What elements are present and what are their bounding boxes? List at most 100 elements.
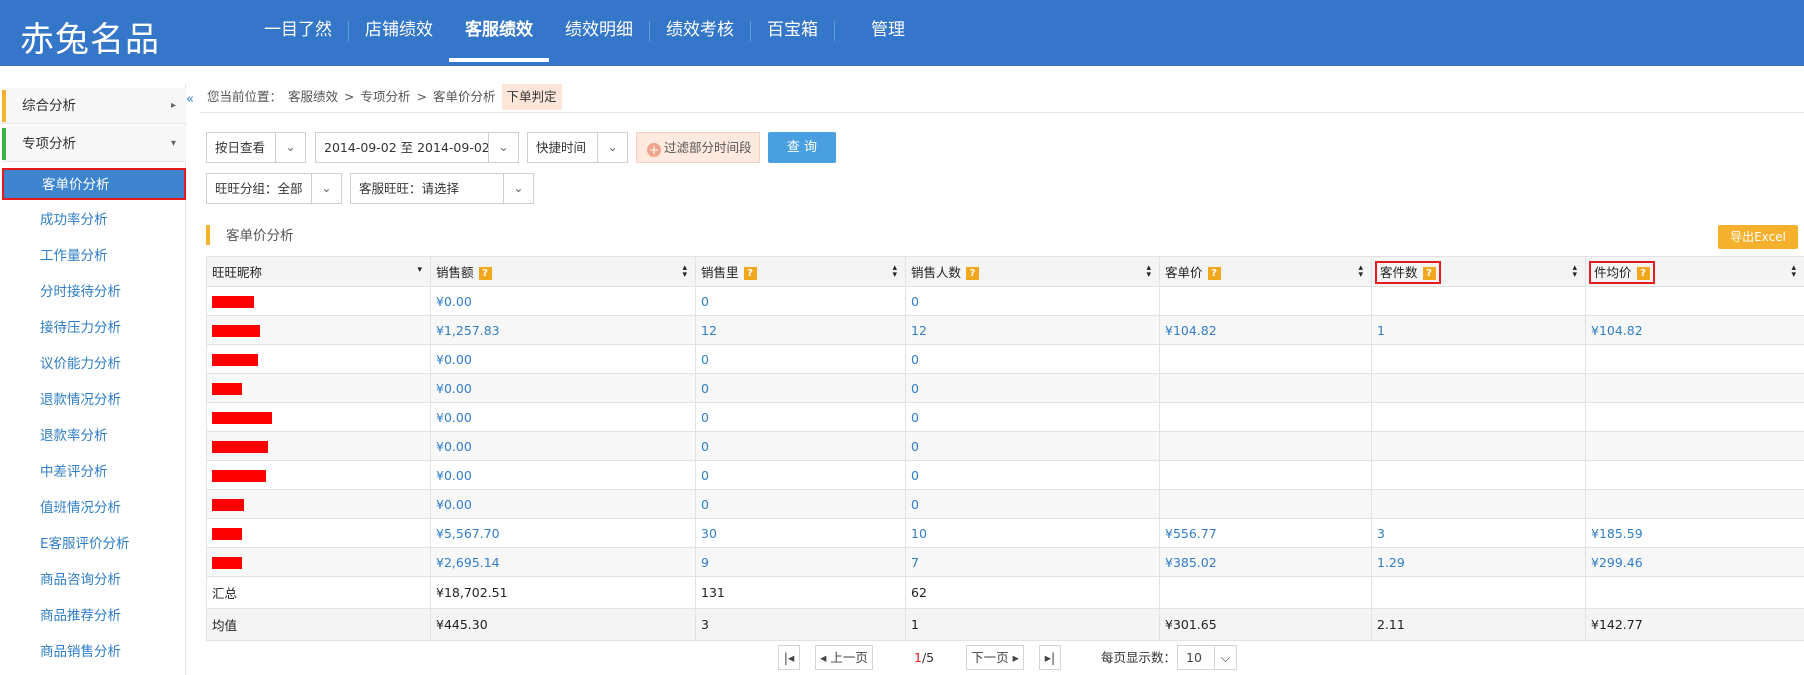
unit-price-cell[interactable]: ¥104.82 [1159,315,1372,345]
sales-cell[interactable]: ¥2,695.14 [430,547,696,577]
nav-performance-detail[interactable]: 绩效明细 [549,0,649,66]
buyers-cell[interactable]: 0 [905,286,1160,316]
quantity-cell[interactable]: 0 [695,344,906,374]
nav-overview[interactable]: 一目了然 [248,0,348,66]
buyers-cell[interactable]: 7 [905,547,1160,577]
unit-price-cell[interactable]: ¥385.02 [1159,547,1372,577]
agent-group-select[interactable]: 旺旺分组：全部 ⌄ [206,173,342,204]
sidebar-item-product-recommend[interactable]: 商品推荐分析 [40,604,180,628]
sidebar-item-workload[interactable]: 工作量分析 [40,244,180,268]
page-size-select[interactable]: 10 ⌵ [1177,645,1237,670]
sales-cell[interactable]: ¥0.00 [430,460,696,490]
agent-select[interactable]: 客服旺旺：请选择 ⌄ [350,173,534,204]
nickname-cell[interactable] [206,460,431,490]
buyers-cell[interactable]: 12 [905,315,1160,345]
sales-cell[interactable]: ¥5,567.70 [430,518,696,548]
help-icon[interactable]: ? [743,267,757,280]
buyers-cell[interactable]: 0 [905,373,1160,403]
sidebar-item-duty[interactable]: 值班情况分析 [40,496,180,520]
items-per-customer-cell[interactable]: 1 [1371,315,1586,345]
column-header-sales[interactable]: 销售额? ▴ ▾ [430,256,696,287]
nickname-cell[interactable] [206,489,431,519]
nav-service-performance[interactable]: 客服绩效 [449,0,549,66]
help-icon[interactable]: ? [478,267,492,280]
avg-item-price-cell[interactable]: ¥299.46 [1585,547,1804,577]
nav-manage[interactable]: 管理 [855,0,921,66]
quantity-cell[interactable]: 0 [695,489,906,519]
nav-store-performance[interactable]: 店铺绩效 [349,0,449,66]
sidebar-item-bargaining[interactable]: 议价能力分析 [40,352,180,376]
sales-cell[interactable]: ¥0.00 [430,373,696,403]
nickname-cell[interactable] [206,344,431,374]
nav-performance-review[interactable]: 绩效考核 [650,0,750,66]
date-range-picker[interactable]: 2014-09-02 至 2014-09-02 ⌄ [315,132,519,163]
nickname-cell[interactable] [206,431,431,461]
sales-cell[interactable]: ¥0.00 [430,431,696,461]
sidebar-item-product-inquiry[interactable]: 商品咨询分析 [40,568,180,592]
sidebar-item-negative-reviews[interactable]: 中差评分析 [40,460,180,484]
buyers-cell[interactable]: 10 [905,518,1160,548]
quantity-cell[interactable]: 0 [695,286,906,316]
quantity-cell[interactable]: 0 [695,460,906,490]
breadcrumb-item[interactable]: 客单价分析 [433,84,496,110]
quantity-cell[interactable]: 30 [695,518,906,548]
sidebar-item-unit-price[interactable]: 客单价分析 [2,168,186,200]
sidebar-item-hourly-reception[interactable]: 分时接待分析 [40,280,180,304]
column-header-quantity[interactable]: 销售里? ▴ ▾ [695,256,906,287]
query-button[interactable]: 查 询 [768,132,836,163]
nav-toolbox[interactable]: 百宝箱 [751,0,834,66]
app-logo[interactable]: 赤兔名品 [20,12,160,61]
sales-cell[interactable]: ¥1,257.83 [430,315,696,345]
buyers-cell[interactable]: 0 [905,431,1160,461]
help-icon[interactable]: ? [1207,267,1221,280]
nickname-cell[interactable] [206,518,431,548]
next-page-button[interactable]: 下一页 ▸ [966,645,1024,670]
nickname-cell[interactable] [206,402,431,432]
breadcrumb-item[interactable]: 客服绩效 [288,84,338,110]
buyers-cell[interactable]: 0 [905,460,1160,490]
sidebar-item-refund-status[interactable]: 退款情况分析 [40,388,180,412]
sales-cell[interactable]: ¥0.00 [430,344,696,374]
column-header-items-per-customer[interactable]: 客件数? ▴ ▾ [1371,256,1586,287]
buyers-cell[interactable]: 0 [905,402,1160,432]
help-icon[interactable]: ? [1636,267,1650,280]
quantity-cell[interactable]: 0 [695,373,906,403]
column-header-avg-item-price[interactable]: 件均价? ▴ ▾ [1585,256,1804,287]
column-header-buyers[interactable]: 销售人数? ▴ ▾ [905,256,1160,287]
nickname-cell[interactable] [206,315,431,345]
nickname-cell[interactable] [206,547,431,577]
avg-item-price-cell[interactable]: ¥185.59 [1585,518,1804,548]
sales-cell[interactable]: ¥0.00 [430,402,696,432]
buyers-cell[interactable]: 0 [905,344,1160,374]
first-page-button[interactable]: |◂ [778,645,800,670]
sidebar-group-special[interactable]: 专项分析 ▾ [2,126,186,162]
quantity-cell[interactable]: 9 [695,547,906,577]
sidebar-item-product-sales[interactable]: 商品销售分析 [40,640,180,664]
column-header-nickname[interactable]: 旺旺昵称 ▾ [206,256,431,287]
sidebar-item-refund-rate[interactable]: 退款率分析 [40,424,180,448]
filter-time-periods-button[interactable]: + 过滤部分时间段 [636,132,760,163]
prev-page-button[interactable]: ◂ 上一页 [815,645,873,670]
sales-cell[interactable]: ¥0.00 [430,489,696,519]
sales-cell[interactable]: ¥0.00 [430,286,696,316]
last-page-button[interactable]: ▸| [1039,645,1061,670]
nickname-cell[interactable] [206,286,431,316]
unit-price-cell[interactable]: ¥556.77 [1159,518,1372,548]
quantity-cell[interactable]: 0 [695,402,906,432]
help-icon[interactable]: ? [966,267,980,280]
nickname-cell[interactable] [206,373,431,403]
quantity-cell[interactable]: 0 [695,431,906,461]
breadcrumb-item[interactable]: 专项分析 [361,84,411,110]
quick-time-select[interactable]: 快捷时间 ⌄ [527,132,628,163]
sidebar-item-reception-pressure[interactable]: 接待压力分析 [40,316,180,340]
sidebar-item-success-rate[interactable]: 成功率分析 [40,208,180,232]
quantity-cell[interactable]: 12 [695,315,906,345]
help-icon[interactable]: ? [1422,267,1436,280]
buyers-cell[interactable]: 0 [905,489,1160,519]
sidebar-group-overall[interactable]: 综合分析 ▸ [2,88,186,124]
column-header-unit-price[interactable]: 客单价? ▴ ▾ [1159,256,1372,287]
view-mode-select[interactable]: 按日查看 ⌄ [206,132,306,163]
sidebar-item-e-service-rating[interactable]: E客服评价分析 [40,532,180,556]
avg-item-price-cell[interactable]: ¥104.82 [1585,315,1804,345]
export-excel-button[interactable]: 导出Excel [1718,225,1798,249]
